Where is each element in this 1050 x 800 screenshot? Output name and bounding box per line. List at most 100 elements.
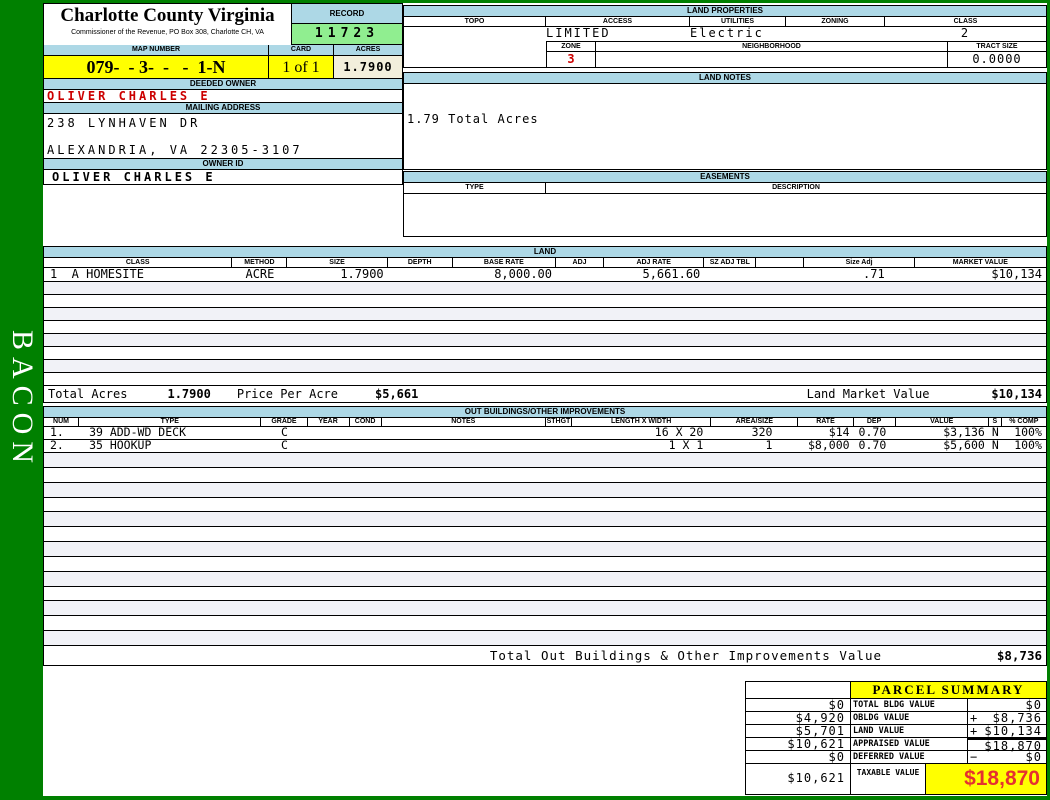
- ob-num: 2.: [50, 440, 64, 452]
- record-card-sheet: Charlotte County Virginia Commissioner o…: [43, 3, 1047, 796]
- ob-rate: $14: [828, 427, 850, 439]
- ob-grade: C: [280, 427, 288, 439]
- land-blank: [756, 268, 804, 281]
- empty-table-row: [44, 373, 1046, 386]
- county-title: Charlotte County Virginia: [60, 5, 275, 26]
- empty-table-row: [44, 498, 1046, 513]
- ob-length-width: 1 X 1: [668, 440, 704, 452]
- zone-value: 3: [546, 52, 596, 67]
- land-properties-header-row: TOPO ACCESS UTILITIES ZONING CLASS: [404, 17, 1046, 27]
- summary-row-taxable: $10,621 TAXABLE VALUE $18,870: [746, 764, 1046, 794]
- empty-table-row: [44, 557, 1046, 572]
- col-easement-type: TYPE: [404, 183, 546, 194]
- col-year: YEAR: [307, 418, 350, 427]
- ob-sthgt: [546, 427, 572, 439]
- col-size: SIZE: [287, 258, 388, 268]
- record-value: 11723: [291, 24, 402, 45]
- empty-table-row: [44, 601, 1046, 617]
- empty-table-row: [44, 308, 1046, 321]
- col-sthgt: STHGT: [545, 418, 572, 427]
- ob-year: [308, 427, 350, 439]
- price-per-acre-value: $5,661: [375, 387, 419, 401]
- parcel-summary-table: PARCEL SUMMARY $0 TOTAL BLDG VALUE $0 $4…: [745, 681, 1047, 795]
- total-acres-value: 1.7900: [167, 387, 211, 401]
- topo-value: [404, 27, 546, 41]
- row-label: TOTAL BLDG VALUE: [851, 699, 968, 712]
- col-notes: NOTES: [381, 418, 546, 427]
- easements-title: EASEMENTS: [404, 172, 1046, 183]
- taxable-label: TAXABLE VALUE: [851, 764, 926, 794]
- col-utilities: UTILITIES: [690, 17, 786, 27]
- empty-table-row: [44, 282, 1046, 295]
- empty-table-row: [44, 347, 1046, 360]
- ob-num: 1.: [50, 427, 64, 439]
- empty-table-row: [44, 527, 1046, 543]
- summary-row-appraised: $10,621 APPRAISED VALUE $18,870: [746, 738, 1046, 752]
- ob-value: $5,600: [943, 440, 985, 452]
- col-sz-adj-tbl: SZ ADJ TBL: [704, 258, 757, 268]
- total-acres-label: Total Acres: [48, 387, 128, 401]
- out-building-row: 2. 35 HOOKUP C 1 X 1 1 $8,000 0.70 $5,60…: [44, 440, 1046, 453]
- ob-s: N: [991, 440, 999, 452]
- ob-notes: [382, 427, 546, 439]
- neighborhood-value: 100 A Bacon: [596, 52, 948, 67]
- empty-table-row: [44, 360, 1046, 373]
- col-access: ACCESS: [546, 17, 690, 27]
- col-cond: COND: [349, 418, 382, 427]
- out-buildings-title: OUT BUILDINGS/OTHER IMPROVEMENTS: [44, 407, 1046, 418]
- ob-cond: [350, 427, 382, 439]
- empty-table-row: [44, 453, 1046, 468]
- sign: −: [970, 750, 979, 764]
- empty-table-row: [44, 295, 1046, 308]
- empty-table-row: [44, 542, 1046, 557]
- col-s: S: [988, 418, 1002, 427]
- col-num: NUM: [44, 418, 80, 427]
- ob-dep: 0.70: [858, 427, 887, 439]
- land-properties-panel: LAND PROPERTIES TOPO ACCESS UTILITIES ZO…: [403, 5, 1047, 68]
- col-rate: RATE: [798, 418, 854, 427]
- land-depth: [388, 268, 453, 281]
- access-value: LIMITED: [546, 27, 611, 40]
- land-market-value-total: $10,134: [991, 387, 1042, 401]
- ob-sthgt: [546, 440, 572, 452]
- land-size: 1.7900: [340, 268, 384, 281]
- ob-dep: 0.70: [858, 440, 887, 452]
- land-sz-adj-tbl: [704, 268, 756, 281]
- row-label: APPRAISED VALUE: [851, 738, 968, 751]
- record-label: RECORD: [291, 4, 402, 24]
- col-adj: ADJ: [556, 258, 605, 268]
- empty-table-row: [44, 616, 1046, 632]
- col-class: CLASS: [885, 17, 1046, 27]
- col-blank: [756, 258, 805, 268]
- col-length-width: LENGTH X WIDTH: [572, 418, 712, 427]
- col-type: TYPE: [79, 418, 262, 427]
- neighborhood-code: 100 A: [676, 66, 717, 67]
- tract-size-label: TRACT SIZE: [948, 41, 1046, 52]
- acres-label: ACRES: [334, 45, 402, 56]
- ob-year: [308, 440, 350, 452]
- ob-rate: $8,000: [808, 440, 850, 452]
- empty-table-row: [44, 587, 1046, 602]
- out-buildings-table: OUT BUILDINGS/OTHER IMPROVEMENTS NUM TYP…: [43, 406, 1047, 666]
- col-pct-comp: % COMP: [1001, 418, 1046, 427]
- row-label: OBLDG VALUE: [851, 712, 968, 725]
- land-class: 1 A HOMESITE: [50, 268, 144, 281]
- zone-label: ZONE: [546, 41, 596, 52]
- zone-header-row: ZONE NEIGHBORHOOD TRACT SIZE: [546, 41, 1046, 52]
- col-class: CLASS: [44, 258, 233, 268]
- easements-panel: EASEMENTS TYPE DESCRIPTION: [403, 171, 1047, 237]
- land-adj-rate: 5,661.60: [642, 268, 701, 281]
- land-method: ACRE: [245, 268, 275, 281]
- land-table-title: LAND: [44, 247, 1046, 258]
- land-table-row: 1 A HOMESITE ACRE 1.7900 8,000.00 5,661.…: [44, 268, 1046, 282]
- col-dep: DEP: [853, 418, 896, 427]
- row-value: $0: [1025, 698, 1042, 712]
- empty-table-row: [44, 512, 1046, 528]
- row-value-cell: + $10,134: [968, 725, 1046, 738]
- row-label: LAND VALUE: [851, 725, 968, 738]
- record-box: RECORD 11723: [291, 4, 402, 45]
- col-grade: GRADE: [261, 418, 308, 427]
- land-notes-panel: LAND NOTES 1.79 Total Acres: [403, 72, 1047, 170]
- sign: +: [970, 724, 979, 738]
- ob-area-size: 1: [765, 440, 773, 452]
